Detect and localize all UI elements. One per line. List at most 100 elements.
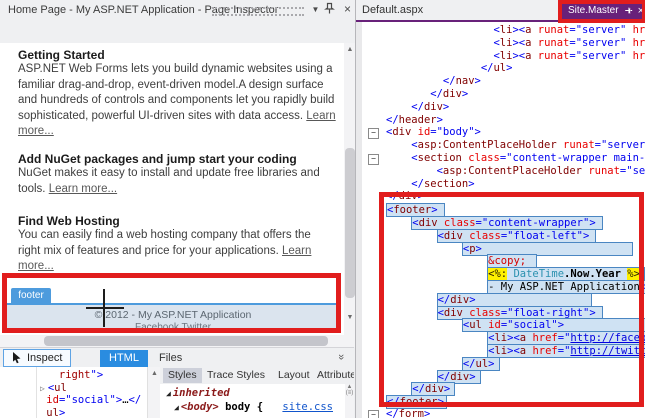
code-line: <asp:ContentPlaceHolder runat="server" I… [386,139,645,152]
fold-collapse-icon[interactable]: − [368,154,379,165]
code-line: </div> [386,101,449,114]
close-icon[interactable]: × [638,5,644,17]
inspector-toolbar: ✓ 0 Problems Browser ◂ ▸ ↻ ⌂ http://loca… [0,20,354,43]
expander-icon[interactable]: ◢ [174,403,179,412]
chevron-collapse-icon[interactable]: » [335,354,347,360]
selection-highlight-line [7,303,339,305]
inspect-button-label: Inspect [27,352,62,364]
code-line: </nav> [386,75,481,88]
crosshair-cursor [103,289,105,327]
tab-files[interactable]: Files [150,350,191,367]
tab-default-aspx[interactable]: Default.aspx [362,4,423,16]
code-line: <div class="content-wrapper"> [386,216,603,229]
horizontal-scrollbar[interactable] [0,335,356,347]
code-line: </div> [386,190,424,203]
selector-tag: <body> [181,401,219,413]
tree-node[interactable]: right"> [59,369,103,381]
code-line: </div> [386,370,481,383]
expander-icon[interactable]: ◢ [166,389,171,398]
tab-site-master-label: Site.Master [568,5,619,16]
styles-scrollbar[interactable]: ▲(≡) [345,384,354,418]
code-line: <section class="content-wrapper main-con… [386,152,645,165]
code-line: <div class="float-right"> [386,306,603,319]
code-line: <li><a runat="server" hre [386,37,645,50]
editor-indicator-margin [356,22,362,418]
section-heading: Add NuGet packages and jump start your c… [18,152,297,166]
footer-highlight-region[interactable]: © 2012 - My ASP.NET Application Facebook… [7,305,339,331]
scrollbar-thumb[interactable] [345,148,355,298]
crosshair-cursor [86,307,124,309]
code-line: <footer> [386,203,445,216]
tab-html[interactable]: HTML [100,350,148,367]
tab-trace-styles[interactable]: Trace Styles [202,368,270,383]
code-line: </div> [386,382,455,395]
section-text: ASP.NET Web Forms lets you build dynamic… [18,63,334,122]
code-line: </form> [386,408,430,418]
fold-collapse-icon[interactable]: − [368,410,379,418]
code-line: <li><a runat="server" hre [386,24,645,37]
page-inspector-window: Home Page - My ASP.NET Application - Pag… [0,0,645,418]
code-line: </header> [386,114,443,127]
tree-node[interactable]: id="social">…</ [46,394,141,406]
code-line: <asp:ContentPlaceHolder runat="server [386,165,645,178]
code-line: &copy; [386,254,537,267]
styles-selector-row[interactable]: ◢<body> body { [174,401,263,413]
source-selection-highlight: <li><a href="http://twitter [487,344,645,358]
footer-social-links: Facebook Twitter [7,322,339,333]
stylesheet-link[interactable]: site.css [282,401,333,413]
section-heading: Find Web Hosting [18,214,120,228]
fold-collapse-icon[interactable]: − [368,128,379,139]
element-tag-badge: footer [11,288,51,303]
code-editor[interactable]: − − − <li><a runat="server" hre <li><a run… [356,22,645,418]
code-line: <div class="float-left"> [386,229,596,242]
code-line: <li><a runat="server" hre [386,50,645,63]
tab-styles[interactable]: Styles [163,368,202,383]
window-menu-icon[interactable]: ▼ [308,2,323,17]
pin-icon[interactable] [624,6,633,15]
expander-icon[interactable]: ▷ [40,384,45,393]
tab-attributes[interactable]: Attributes [312,368,354,383]
code-line: <li><a href="http://twitter [386,344,645,357]
code-line: <ul id="social"> [386,318,645,331]
styles-group-label: inherited [173,387,230,399]
code-line: </footer> [386,395,447,408]
section-paragraph: ASP.NET Web Forms lets you build dynamic… [18,62,336,140]
browser-preview[interactable]: Getting Started ASP.NET Web Forms lets y… [0,43,344,335]
cursor-arrow-icon [12,352,22,364]
scrollbar-thumb[interactable] [44,336,328,346]
footer-copyright: © 2012 - My ASP.NET Application [7,305,339,321]
code-line: </div> [386,293,592,306]
section-heading: Getting Started [18,48,105,62]
tab-site-master[interactable]: Site.Master × [562,1,645,20]
close-icon[interactable]: × [340,2,355,17]
code-line: </section> [386,178,475,191]
code-line: </div> [386,88,468,101]
inspect-button[interactable]: Inspect [3,349,71,367]
tab-layout[interactable]: Layout [273,368,315,383]
tree-node[interactable]: ▷<ul [40,382,67,394]
tree-scrollbar[interactable]: ▲ [147,367,161,418]
styles-panel: Styles Trace Styles Layout Attributes ◢i… [160,367,354,418]
indent-guide [36,367,37,418]
section-paragraph: You can easily find a web hosting compan… [18,228,336,275]
styles-group-row[interactable]: ◢inherited [166,387,230,399]
html-tree-panel[interactable]: right">▷<ulid="social">…</ul><li [0,367,147,418]
code-line: <%: DateTime.Now.Year %> [386,267,645,280]
section-text: You can easily find a web hosting compan… [18,229,311,257]
editor-pane: Default.aspx Site.Master × − − − <li><a ru… [355,0,645,418]
selector-rule: body { [225,401,263,413]
drag-handle[interactable] [212,7,304,16]
document-tab-strip: Default.aspx Site.Master × [356,0,645,20]
page-inspector-pane: Home Page - My ASP.NET Application - Pag… [0,0,354,418]
styles-rules-list: ◢inherited ◢<body> body { site.css [160,384,345,418]
inspector-bottom-toolbar: Inspect HTML Files » [0,347,354,368]
tree-node[interactable]: ul> [46,407,65,418]
code-line: <div id="body"> [386,126,481,139]
code-line: <p> [386,242,633,255]
code-line: </ul> [386,62,512,75]
tool-window-titlebar: Home Page - My ASP.NET Application - Pag… [0,0,354,20]
pin-icon[interactable] [324,2,339,17]
code-line: <li><a href="http://facebook [386,331,645,344]
learn-more-link[interactable]: Learn more... [49,183,117,195]
section-paragraph: NuGet makes it easy to install and updat… [18,166,336,197]
